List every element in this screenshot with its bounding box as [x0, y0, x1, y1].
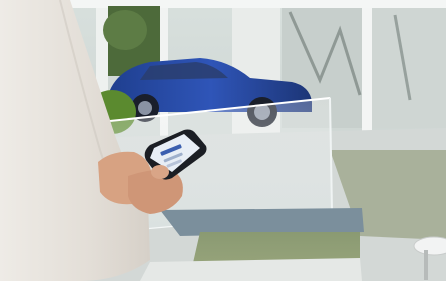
pool-edge — [160, 208, 364, 236]
column-right — [362, 0, 372, 150]
thumb — [151, 165, 169, 179]
glass-panel — [372, 8, 446, 128]
photo-scene — [0, 0, 446, 281]
photo — [0, 0, 446, 281]
stool-leg — [424, 250, 428, 280]
stool — [413, 236, 446, 256]
tree-foliage — [103, 10, 147, 50]
